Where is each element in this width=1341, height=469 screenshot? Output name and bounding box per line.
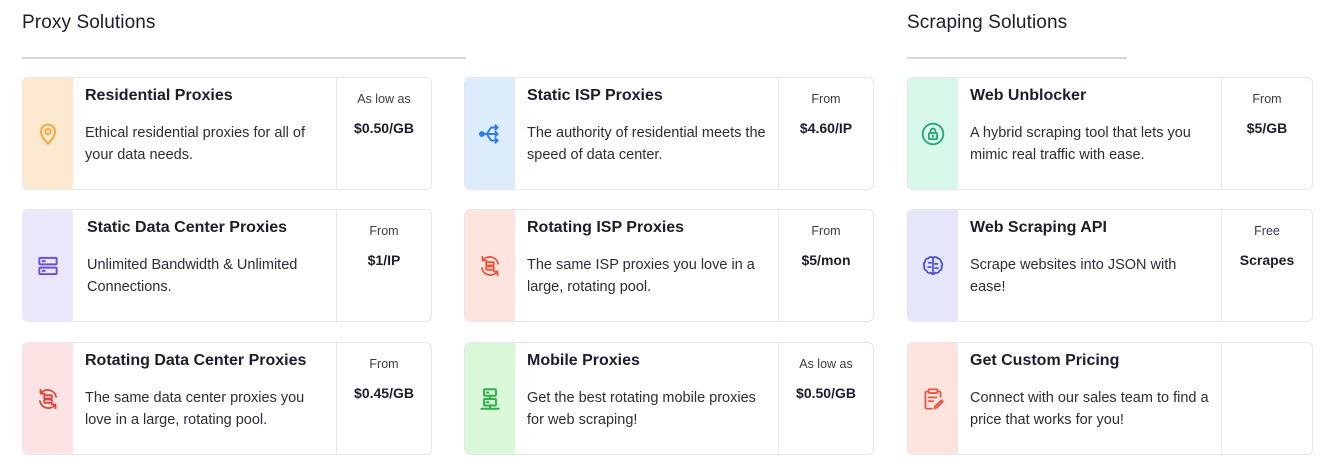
card-icon-strip [465,343,515,454]
price-box: As low as $0.50/GB [336,78,431,189]
price-label: From [811,92,841,106]
card-description: Get the best rotating mobile proxies for… [527,390,756,428]
card-title: Static ISP Proxies [527,87,663,104]
card-icon-strip [23,78,73,189]
mobile-network-icon [480,387,500,410]
brain-chip-icon [922,255,944,275]
price-amount: $4.60/IP [799,120,853,136]
unlock-icon [921,122,945,145]
card-description: A hybrid scraping tool that lets you mim… [970,125,1191,163]
card-icon-strip [908,210,958,321]
card-description: The authority of residential meets the s… [527,125,766,163]
price-amount: $0.45/GB [354,385,414,401]
price-amount: $5/GB [1246,120,1288,136]
rotating-server-icon [480,255,500,276]
card-icon-strip [23,210,73,321]
card-title: Web Scraping API [970,219,1107,236]
price-box: As low as $0.50/GB [778,343,873,454]
card-static-isp-proxies[interactable]: Static ISP Proxies The authority of resi… [464,77,874,190]
card-residential-proxies[interactable]: Residential Proxies Ethical residential … [22,77,432,190]
section-divider-proxy [22,57,466,59]
card-description: Ethical residential proxies for all of y… [85,125,306,163]
card-description: Scrape websites into JSON with ease! [970,257,1177,295]
split-arrows-icon [478,123,499,144]
card-description: The same ISP proxies you love in a large… [527,257,755,295]
card-get-custom-pricing[interactable]: Get Custom Pricing Connect with our sale… [907,342,1313,455]
card-title: Rotating ISP Proxies [527,219,685,236]
card-icon-strip [908,78,958,189]
card-icon-strip [465,210,515,321]
card-title: Static Data Center Proxies [87,219,288,236]
price-box: From $5/GB [1221,78,1312,189]
price-label: As low as [799,357,853,371]
rotating-server-icon [38,388,58,409]
price-amount: $5/mon [801,252,851,268]
price-label: From [369,224,399,238]
card-description: Unlimited Bandwidth & Unlimited Connecti… [87,257,298,295]
card-title: Get Custom Pricing [970,352,1120,369]
card-icon-strip [908,343,958,454]
price-box: From $0.45/GB [336,343,431,454]
price-box: From $1/IP [336,210,431,321]
price-box: Free Scrapes [1221,210,1312,321]
price-label: As low as [357,92,411,106]
price-amount: $0.50/GB [796,385,856,401]
section-title-scraping: Scraping Solutions [907,12,1068,33]
card-description: The same data center proxies you love in… [85,390,305,428]
location-pin-icon [39,123,57,145]
card-web-scraping-api[interactable]: Web Scraping API Scrape websites into JS… [907,209,1313,322]
card-rotating-isp-proxies[interactable]: Rotating ISP Proxies The same ISP proxie… [464,209,874,322]
price-box: From $5/mon [778,210,873,321]
price-box: From $4.60/IP [778,78,873,189]
card-title: Rotating Data Center Proxies [85,352,307,369]
price-label: From [811,224,841,238]
price-box [1221,343,1312,454]
clipboard-edit-icon [924,387,944,410]
price-label: From [1252,92,1282,106]
card-description: Connect with our sales team to find a pr… [970,390,1209,428]
price-amount: Scrapes [1239,252,1295,268]
server-stack-icon [38,256,58,275]
card-title: Residential Proxies [85,87,233,104]
price-amount: $0.50/GB [354,120,414,136]
card-icon-strip [23,343,73,454]
price-label: Free [1254,224,1280,238]
card-static-data-center-proxies[interactable]: Static Data Center Proxies Unlimited Ban… [22,209,432,322]
card-icon-strip [465,78,515,189]
price-label: From [369,357,399,371]
card-title: Mobile Proxies [527,352,640,369]
section-title-proxy: Proxy Solutions [22,12,156,33]
card-web-unblocker[interactable]: Web Unblocker A hybrid scraping tool tha… [907,77,1313,190]
card-title: Web Unblocker [970,87,1087,104]
card-mobile-proxies[interactable]: Mobile Proxies Get the best rotating mob… [464,342,874,455]
section-divider-scraping [907,57,1127,59]
card-rotating-data-center-proxies[interactable]: Rotating Data Center Proxies The same da… [22,342,432,455]
price-amount: $1/IP [367,252,401,268]
